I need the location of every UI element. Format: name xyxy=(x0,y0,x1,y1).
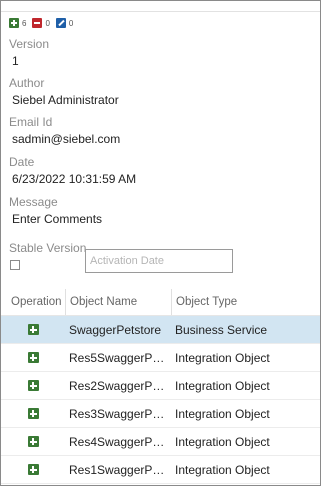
table-row[interactable]: SwaggerPetstore Business Service xyxy=(1,316,320,344)
added-count: 6 xyxy=(22,18,27,28)
add-icon xyxy=(9,18,19,28)
operation-cell xyxy=(1,380,65,391)
operation-cell xyxy=(1,324,65,335)
message-label: Message xyxy=(9,195,58,209)
deleted-counter: 0 xyxy=(32,18,50,28)
operation-cell xyxy=(1,408,65,419)
modified-counter: 0 xyxy=(55,18,74,28)
object-type-cell: Integration Object xyxy=(175,406,270,421)
message-value[interactable]: Enter Comments xyxy=(9,212,102,226)
changes-table: Operation Object Name Object Type Swagge… xyxy=(1,289,320,484)
added-counter: 6 xyxy=(9,18,26,28)
author-label: Author xyxy=(9,76,45,90)
version-label: Version xyxy=(9,37,50,51)
date-label: Date xyxy=(9,155,35,169)
add-icon xyxy=(27,380,39,391)
object-name-cell: Res3SwaggerPetst... xyxy=(69,406,171,421)
add-icon xyxy=(27,436,39,447)
edit-icon xyxy=(55,18,66,28)
object-name-cell: Res2SwaggerPetst... xyxy=(69,378,171,393)
object-type-cell: Business Service xyxy=(175,322,268,337)
add-icon xyxy=(27,324,39,335)
table-row[interactable]: Res3SwaggerPetst... Integration Object xyxy=(1,400,320,428)
date-field: Date 6/23/2022 10:31:59 AM xyxy=(9,155,136,186)
object-name-cell: Res5SwaggerPetst... xyxy=(69,350,171,365)
message-field: Message Enter Comments xyxy=(9,195,102,226)
add-icon xyxy=(27,352,39,363)
author-field: Author Siebel Administrator xyxy=(9,76,119,107)
deleted-count: 0 xyxy=(45,18,50,28)
table-row[interactable]: Res2SwaggerPetst... Integration Object xyxy=(1,372,320,400)
author-value: Siebel Administrator xyxy=(12,93,119,107)
object-name-cell: Res4SwaggerPetst... xyxy=(69,434,171,449)
column-header-object-name[interactable]: Object Name xyxy=(65,289,171,315)
add-icon xyxy=(27,408,39,419)
top-divider xyxy=(1,1,320,12)
email-field: Email Id sadmin@siebel.com xyxy=(9,115,120,146)
table-row[interactable]: Res5SwaggerPetst... Integration Object xyxy=(1,344,320,372)
stable-version-label: Stable Version xyxy=(9,241,87,255)
email-value: sadmin@siebel.com xyxy=(12,132,121,146)
change-summary: 6 0 0 xyxy=(1,12,320,30)
object-name-cell: SwaggerPetstore xyxy=(69,322,162,337)
table-row[interactable]: Res1SwaggerPetst... Integration Object xyxy=(1,456,320,484)
object-type-cell: Integration Object xyxy=(175,462,270,477)
object-type-cell: Integration Object xyxy=(175,378,270,393)
modified-count: 0 xyxy=(68,18,74,28)
operation-cell xyxy=(1,436,65,447)
object-name-cell: Res1SwaggerPetst... xyxy=(69,462,171,477)
object-type-cell: Integration Object xyxy=(175,434,270,449)
version-field: Version 1 xyxy=(9,37,49,68)
add-icon xyxy=(27,464,39,475)
table-header: Operation Object Name Object Type xyxy=(1,289,320,316)
column-header-object-type[interactable]: Object Type xyxy=(171,289,320,315)
delete-icon xyxy=(32,18,43,28)
column-header-operation[interactable]: Operation xyxy=(1,289,65,315)
stable-version-checkbox[interactable] xyxy=(10,260,20,270)
operation-cell xyxy=(1,464,65,475)
version-value: 1 xyxy=(12,54,19,68)
date-value: 6/23/2022 10:31:59 AM xyxy=(12,172,137,186)
email-label: Email Id xyxy=(9,115,53,129)
object-type-cell: Integration Object xyxy=(175,350,270,365)
table-row[interactable]: Res4SwaggerPetst... Integration Object xyxy=(1,428,320,456)
version-details-panel: 6 0 0 Version 1 Author Siebel Administra… xyxy=(0,0,321,486)
operation-cell xyxy=(1,352,65,363)
activation-date-input[interactable] xyxy=(85,249,233,273)
